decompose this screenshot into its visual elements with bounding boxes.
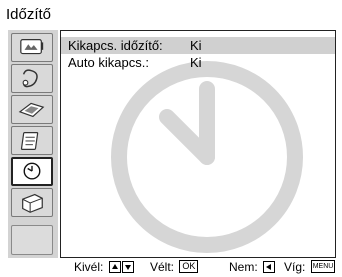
sleep-timer-value: Ki bbox=[190, 38, 202, 53]
footer-exit-hint: Víg: MENU bbox=[284, 258, 336, 277]
sidebar-item-feature[interactable] bbox=[11, 126, 53, 155]
select-hint-label: Kivél: bbox=[74, 260, 104, 274]
back-hint-label: Nem: bbox=[229, 260, 258, 274]
sidebar-item-sound[interactable] bbox=[11, 64, 53, 93]
menu-key-icon: MENU bbox=[310, 260, 336, 274]
timer-clock-icon bbox=[23, 162, 41, 180]
timer-menu-panel: Kikapcs. időzítő: Ki Auto kikapcs.: Ki bbox=[60, 30, 336, 258]
footer-back-hint: Nem: bbox=[229, 258, 276, 277]
picture-icon bbox=[20, 38, 44, 55]
clock-watermark-icon bbox=[111, 61, 303, 253]
menu-row-sleep-timer[interactable]: Kikapcs. időzítő: Ki bbox=[61, 37, 335, 54]
footer-confirm-hint: Vélt: OK bbox=[150, 258, 199, 277]
feature-icon bbox=[20, 131, 39, 150]
title-bar: Időzítő bbox=[0, 0, 342, 30]
confirm-hint-label: Vélt: bbox=[150, 260, 175, 274]
left-arrow-key-icon bbox=[263, 260, 276, 273]
footer-select-hint: Kivél: bbox=[74, 258, 134, 277]
setup-icon bbox=[22, 193, 43, 213]
ok-key-icon: OK bbox=[179, 260, 199, 274]
auto-off-label: Auto kikapcs.: bbox=[68, 55, 149, 70]
sidebar-item-setup[interactable] bbox=[11, 188, 53, 217]
screen-icon bbox=[18, 102, 45, 118]
sound-icon bbox=[22, 69, 38, 88]
sidebar-item-empty bbox=[11, 225, 53, 255]
exit-hint-label: Víg: bbox=[284, 260, 306, 274]
sidebar-item-timer[interactable] bbox=[11, 157, 53, 186]
menu-row-auto-off[interactable]: Auto kikapcs.: Ki bbox=[61, 54, 335, 71]
sidebar-item-picture[interactable] bbox=[11, 33, 53, 62]
sidebar-item-screen[interactable] bbox=[11, 95, 53, 124]
auto-off-value: Ki bbox=[190, 55, 202, 70]
up-arrow-key-icon bbox=[108, 260, 121, 273]
footer-help-bar: Kivél: Vélt: OK Nem: Víg: MENU bbox=[0, 258, 342, 277]
sleep-timer-label: Kikapcs. időzítő: bbox=[68, 38, 163, 53]
down-arrow-key-icon bbox=[121, 260, 134, 273]
sidebar bbox=[8, 30, 58, 258]
page-title: Időzítő bbox=[6, 6, 52, 23]
